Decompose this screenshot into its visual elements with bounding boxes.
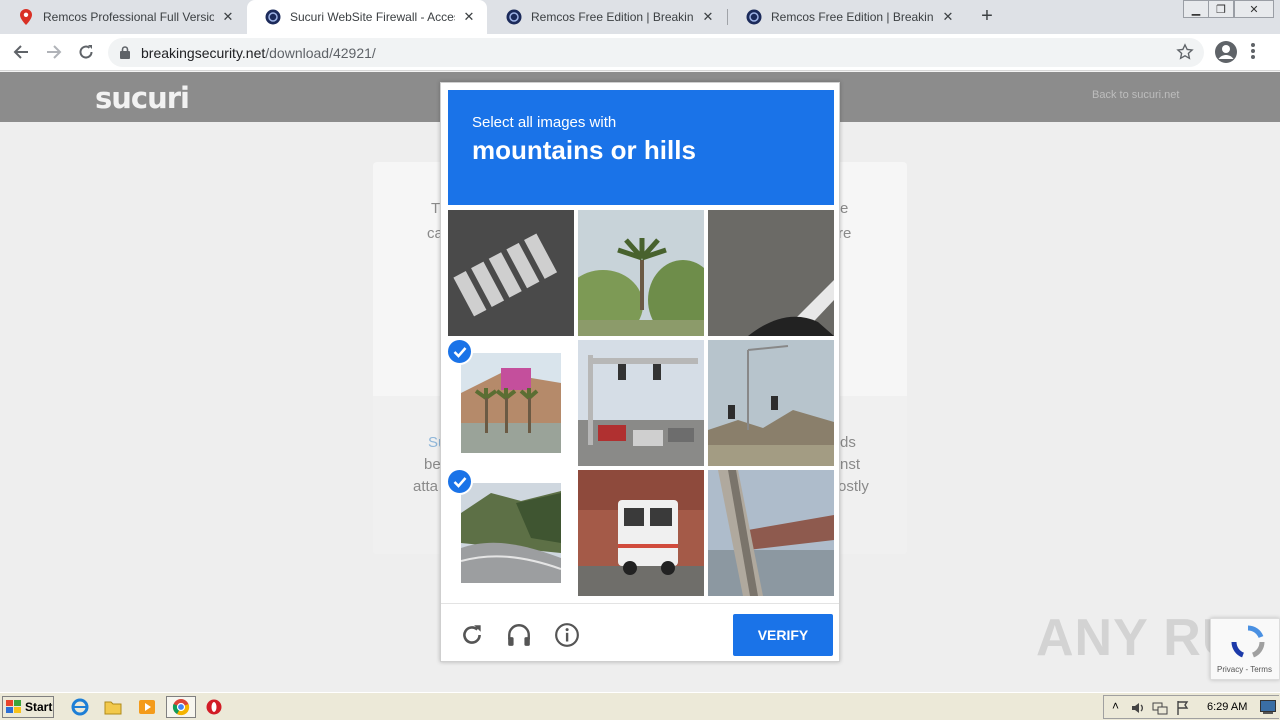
chrome-icon: [172, 699, 190, 716]
back-to-sucuri-link[interactable]: Back to sucuri.net: [1092, 89, 1179, 101]
network-icon[interactable]: [1152, 700, 1168, 716]
asphalt-image: [708, 210, 834, 336]
info-icon[interactable]: [554, 622, 580, 648]
start-label: Start: [25, 700, 53, 714]
text-fragment: ds: [840, 434, 856, 451]
windows-logo-icon: [6, 700, 21, 713]
sucuri-logo[interactable]: sucuri: [95, 81, 190, 115]
windows-taskbar: Start ˄ 6:29 AM: [0, 692, 1280, 720]
globe-icon: [506, 9, 522, 25]
bus-image: [578, 470, 704, 596]
url-text: breakingsecurity.net/download/42921/: [141, 45, 376, 61]
tab-title: Remcos Professional Full Version Do: [43, 10, 214, 24]
hills-palms-image: [461, 353, 561, 453]
tab-remcos-professional[interactable]: Remcos Professional Full Version Do ✕: [0, 0, 246, 34]
text-fragment: nst: [840, 456, 861, 473]
arrow-left-icon: [13, 45, 28, 59]
start-button[interactable]: Start: [2, 696, 54, 718]
globe-icon: [265, 9, 281, 25]
image-tile-selected[interactable]: [448, 470, 574, 596]
text-fragment: atta: [413, 478, 439, 495]
tab-remcos-free-1[interactable]: Remcos Free Edition | BreakingSecur ✕: [488, 0, 726, 34]
image-tile[interactable]: [578, 340, 704, 466]
image-tile[interactable]: [708, 340, 834, 466]
tray-expand-icon[interactable]: ˄: [1112, 699, 1119, 713]
reload-icon: [79, 45, 93, 59]
close-tab-icon[interactable]: ✕: [220, 9, 236, 25]
new-tab-button[interactable]: +: [975, 6, 999, 28]
recaptcha-logo-icon: [1231, 625, 1265, 658]
headphones-audio-icon[interactable]: [506, 622, 532, 648]
privacy-terms-links[interactable]: Privacy - Terms: [1217, 665, 1272, 674]
tab-title: Remcos Free Edition | BreakingSecur: [771, 10, 934, 24]
reload-challenge-icon[interactable]: [459, 622, 485, 648]
tab-title: Sucuri WebSite Firewall - Access Den: [290, 10, 455, 24]
image-tile[interactable]: [578, 210, 704, 336]
text-fragment: be: [424, 456, 441, 473]
restore-icon[interactable]: ❐: [1208, 0, 1234, 18]
minimize-icon[interactable]: ▁: [1183, 0, 1209, 18]
recaptcha-challenge: Select all images with mountains or hill…: [440, 82, 840, 662]
mountain-road-image: [461, 483, 561, 583]
intersection-image: [578, 340, 704, 466]
globe-icon: [746, 9, 762, 25]
browser-toolbar: breakingsecurity.net/download/42921/: [0, 34, 1280, 71]
url-path: /download/42921/: [265, 45, 376, 61]
profile-avatar-icon[interactable]: [1214, 40, 1238, 64]
speaker-icon[interactable]: [1130, 700, 1146, 716]
challenge-header: Select all images with mountains or hill…: [448, 90, 834, 205]
system-tray: ˄: [1103, 695, 1279, 719]
image-tile[interactable]: [708, 210, 834, 336]
reload-button[interactable]: [73, 39, 99, 65]
bookmark-star-icon[interactable]: [1176, 43, 1194, 61]
traffic-light-mountains-image: [708, 340, 834, 466]
text-fragment: e: [840, 200, 849, 217]
road-marking-image: [448, 210, 574, 336]
arrow-right-icon: [47, 45, 62, 59]
challenge-target: mountains or hills: [472, 135, 696, 165]
palm-tree-image: [578, 210, 704, 336]
close-tab-icon[interactable]: ✕: [940, 9, 956, 25]
folder-icon[interactable]: [104, 698, 122, 716]
close-tab-icon[interactable]: ✕: [700, 9, 716, 25]
challenge-instruction: Select all images with: [472, 114, 617, 131]
back-button[interactable]: [8, 39, 34, 65]
image-tile[interactable]: [448, 210, 574, 336]
text-fragment: re: [838, 225, 852, 242]
image-tile-selected[interactable]: [448, 340, 574, 466]
recaptcha-badge[interactable]: Privacy - Terms: [1210, 618, 1280, 680]
text-fragment: ostly: [838, 478, 869, 495]
flag-icon[interactable]: [1176, 700, 1190, 716]
verify-button[interactable]: VERIFY: [733, 614, 833, 656]
bridge-image: [708, 470, 834, 596]
text-fragment: T: [431, 200, 441, 217]
close-tab-icon[interactable]: ✕: [461, 9, 477, 25]
taskbar-clock[interactable]: 6:29 AM: [1207, 701, 1247, 713]
close-window-icon[interactable]: ✕: [1234, 0, 1274, 18]
address-bar[interactable]: breakingsecurity.net/download/42921/: [108, 38, 1204, 67]
map-pin-icon: [18, 9, 34, 25]
image-tile[interactable]: [708, 470, 834, 596]
image-grid: [448, 210, 834, 596]
opera-icon[interactable]: [205, 698, 223, 716]
tab-title: Remcos Free Edition | BreakingSecur: [531, 10, 694, 24]
tab-remcos-free-2[interactable]: Remcos Free Edition | BreakingSecur ✕: [728, 0, 966, 34]
challenge-footer: VERIFY: [441, 603, 839, 661]
taskbar-chrome-button[interactable]: [166, 696, 196, 718]
internet-explorer-icon[interactable]: [71, 698, 89, 716]
media-player-icon[interactable]: [138, 698, 156, 716]
tab-strip: Remcos Professional Full Version Do ✕ Su…: [0, 0, 1280, 34]
lock-icon: [120, 46, 130, 59]
tab-sucuri-firewall[interactable]: Sucuri WebSite Firewall - Access Den ✕: [247, 0, 487, 34]
kebab-menu-icon[interactable]: [1250, 42, 1256, 60]
forward-button[interactable]: [41, 39, 67, 65]
show-desktop-icon[interactable]: [1260, 700, 1276, 714]
image-tile[interactable]: [578, 470, 704, 596]
url-host: breakingsecurity.net: [141, 45, 266, 61]
